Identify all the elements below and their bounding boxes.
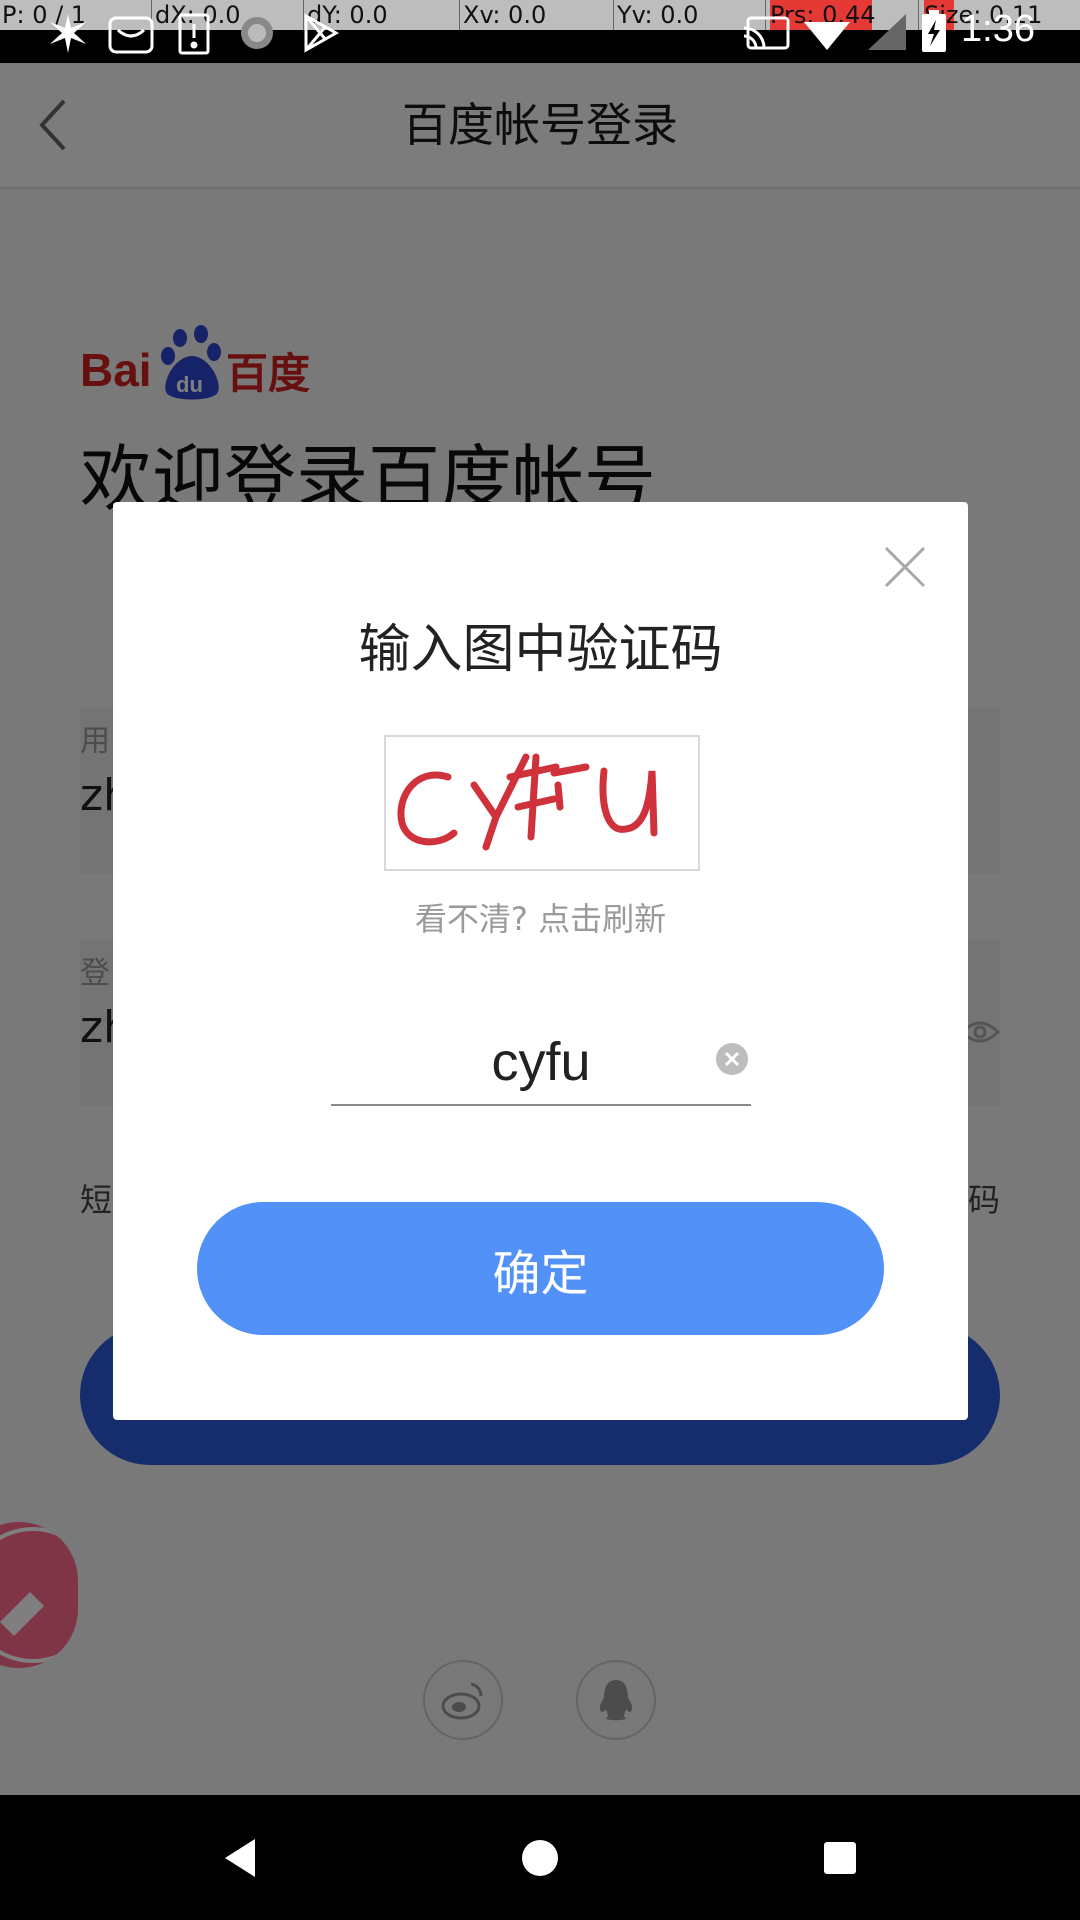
status-bar	[0, 30, 1080, 63]
recents-nav-icon[interactable]	[815, 1833, 865, 1883]
refresh-captcha-link[interactable]: 看不清? 点击刷新	[113, 894, 968, 940]
home-nav-icon[interactable]	[515, 1833, 565, 1883]
debug-yv: Yv: 0.0	[617, 1, 699, 29]
debug-xv: Xv: 0.0	[463, 1, 547, 29]
debug-pressure: Prs: 0.44	[770, 1, 876, 29]
captcha-dialog: 输入图中验证码 看不清? 点击刷新 确定	[113, 502, 968, 1420]
status-time: 1:36	[961, 8, 1035, 50]
navigation-bar	[0, 1795, 1080, 1920]
captcha-input-row	[331, 1022, 751, 1106]
captcha-graphic	[397, 753, 658, 851]
debug-dx: dX: 0.0	[155, 1, 241, 29]
close-icon[interactable]	[882, 544, 928, 590]
confirm-button[interactable]: 确定	[197, 1202, 884, 1335]
captcha-image[interactable]	[384, 735, 700, 871]
back-nav-icon[interactable]	[215, 1833, 265, 1883]
debug-pointer: P: 0 / 1	[2, 1, 87, 29]
captcha-input[interactable]	[331, 1022, 751, 1102]
debug-dy: dY: 0.0	[307, 1, 388, 29]
dialog-title: 输入图中验证码	[358, 620, 723, 680]
clear-icon[interactable]	[715, 1042, 749, 1076]
pointer-debug-bar: P: 0 / 1 dX: 0.0 dY: 0.0 Xv: 0.0 Yv: 0.0…	[0, 0, 1080, 30]
